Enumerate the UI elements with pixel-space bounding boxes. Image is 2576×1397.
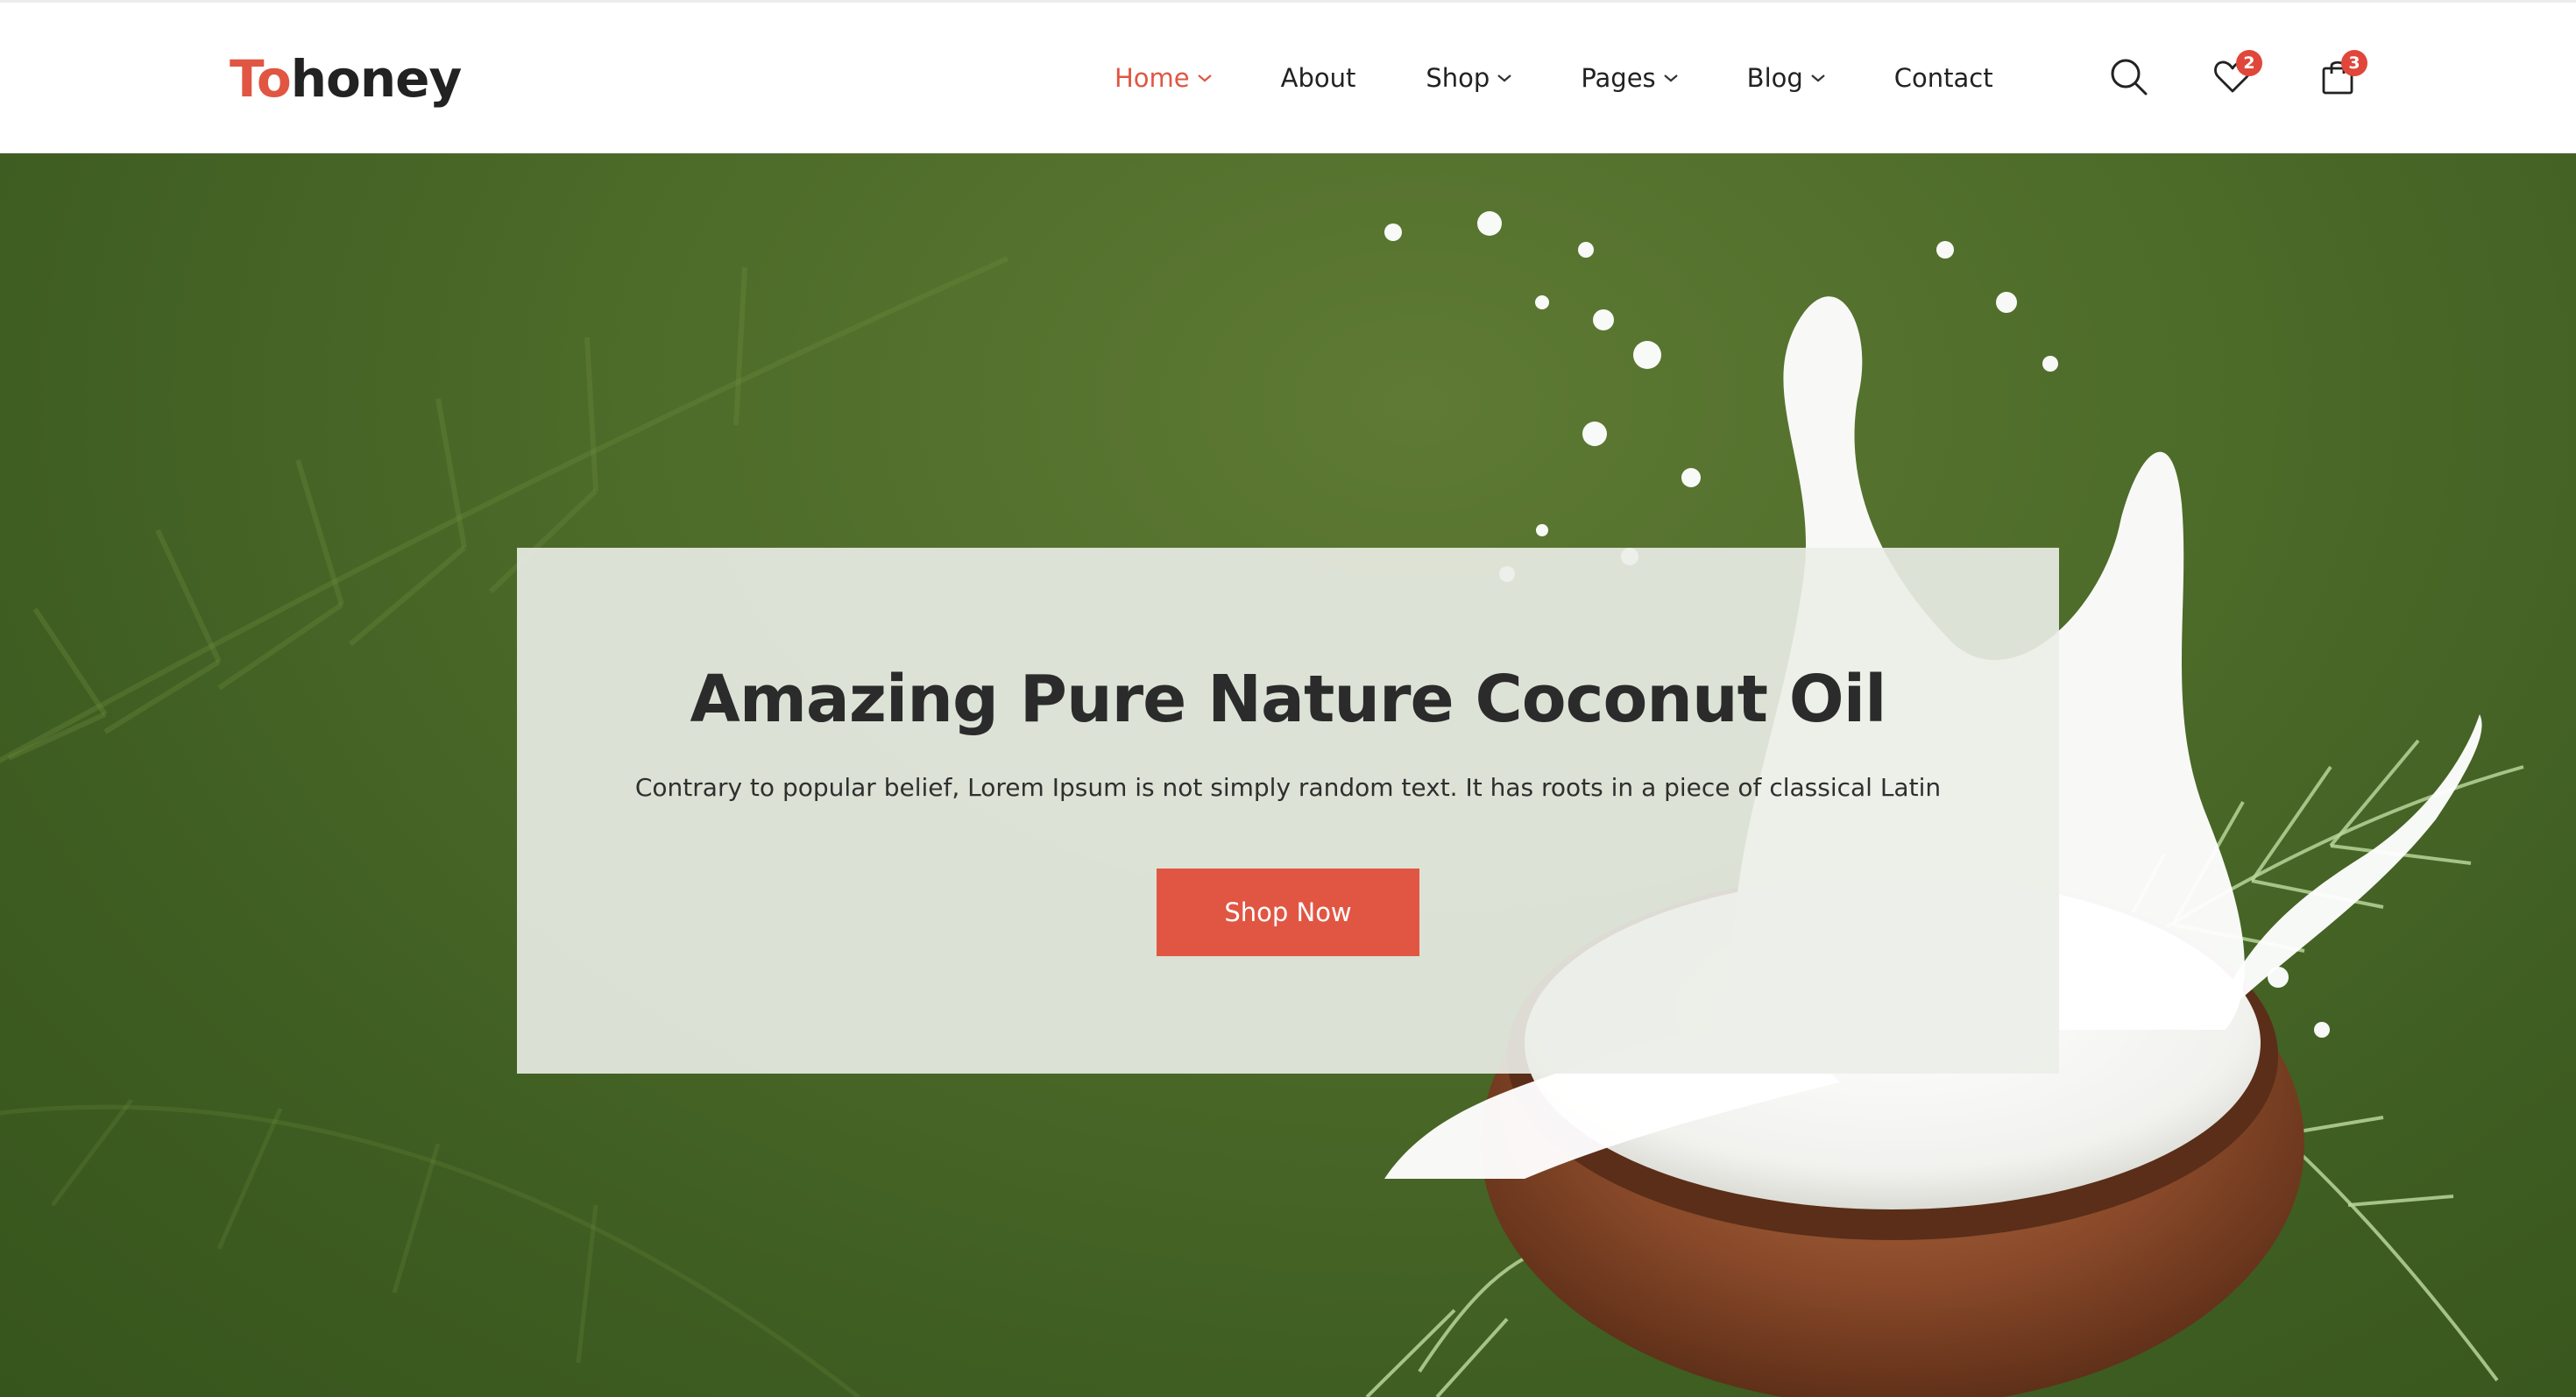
nav-label: Shop bbox=[1426, 63, 1490, 93]
chevron-down-icon bbox=[1497, 73, 1512, 83]
search-button[interactable] bbox=[2107, 55, 2149, 97]
nav-item-blog[interactable]: Blog bbox=[1747, 63, 1826, 93]
nav-label: About bbox=[1280, 63, 1356, 93]
logo-part-accent: To bbox=[230, 49, 292, 109]
nav-item-contact[interactable]: Contact bbox=[1894, 63, 1993, 93]
hero-title: Amazing Pure Nature Coconut Oil bbox=[690, 662, 1887, 737]
cart-count-badge: 3 bbox=[2341, 50, 2367, 76]
shopping-bag-icon bbox=[2317, 60, 2359, 101]
cart-button[interactable]: 3 bbox=[2317, 50, 2367, 97]
nav-label: Home bbox=[1115, 63, 1190, 93]
site-header: Tohoney Home About Shop Pages Blog Conta… bbox=[0, 0, 2576, 153]
heart-icon bbox=[2212, 60, 2254, 101]
hero-description: Contrary to popular belief, Lorem Ipsum … bbox=[634, 773, 1942, 802]
chevron-down-icon bbox=[1810, 73, 1826, 83]
chevron-down-icon bbox=[1197, 73, 1213, 83]
nav-item-home[interactable]: Home bbox=[1115, 63, 1213, 93]
logo-part-dark: honey bbox=[290, 49, 463, 109]
main-nav: Home About Shop Pages Blog Contact bbox=[1115, 57, 1993, 99]
wishlist-button[interactable]: 2 bbox=[2212, 50, 2262, 97]
nav-item-shop[interactable]: Shop bbox=[1426, 63, 1512, 93]
nav-label: Contact bbox=[1893, 63, 1993, 93]
hero-banner: Amazing Pure Nature Coconut Oil Contrary… bbox=[0, 153, 2576, 1397]
nav-label: Blog bbox=[1746, 63, 1803, 93]
nav-label: Pages bbox=[1581, 63, 1656, 93]
nav-item-about[interactable]: About bbox=[1281, 63, 1356, 93]
hero-content-panel: Amazing Pure Nature Coconut Oil Contrary… bbox=[517, 548, 2059, 1074]
chevron-down-icon bbox=[1663, 73, 1679, 83]
nav-item-pages[interactable]: Pages bbox=[1581, 63, 1678, 93]
page: Tohoney Home About Shop Pages Blog Conta… bbox=[0, 0, 2576, 1397]
search-icon bbox=[2107, 59, 2149, 101]
logo[interactable]: Tohoney bbox=[230, 48, 463, 110]
wishlist-count-badge: 2 bbox=[2236, 50, 2262, 76]
shop-now-button[interactable]: Shop Now bbox=[1157, 869, 1419, 956]
